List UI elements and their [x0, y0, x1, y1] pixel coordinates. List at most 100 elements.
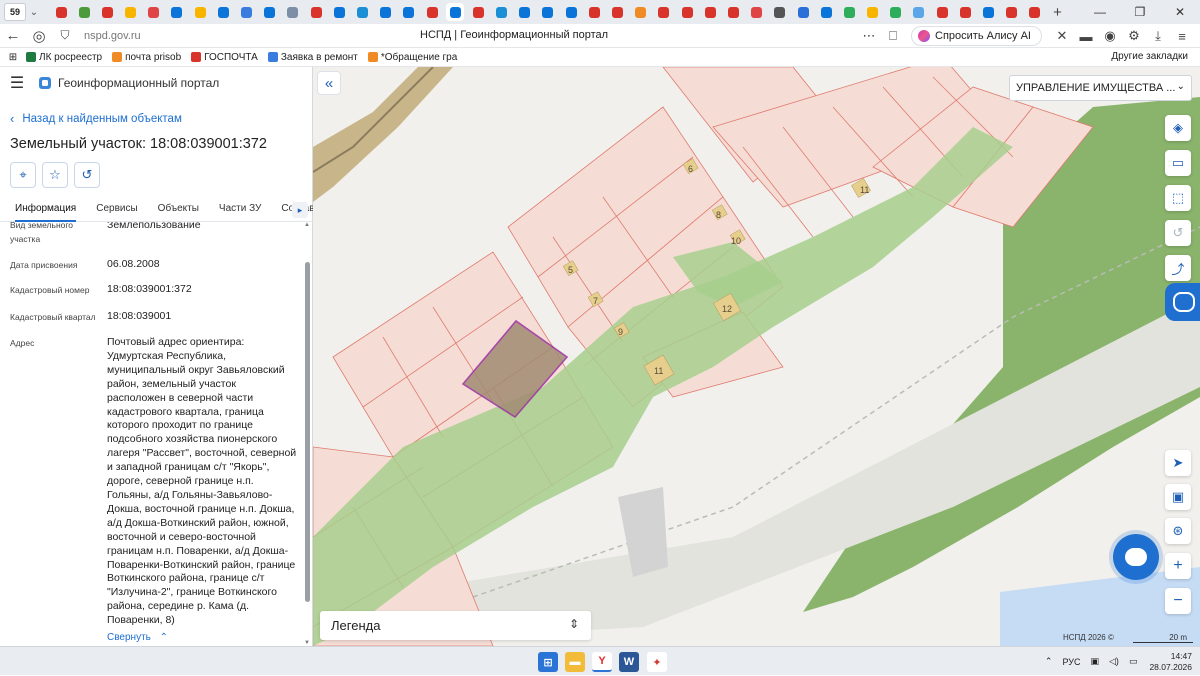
history-icon[interactable]: ↺ [1165, 220, 1191, 246]
browser-tab-favicon-icon[interactable] [469, 3, 487, 21]
browser-tab-favicon-icon[interactable] [794, 3, 812, 21]
browser-tab-favicon-icon[interactable] [307, 3, 325, 21]
tab-services[interactable]: Сервисы [96, 198, 137, 222]
collapse-panel-icon[interactable]: « [317, 71, 341, 95]
browser-tab-favicon-icon[interactable] [145, 3, 163, 21]
browser-tab-favicon-icon[interactable] [887, 3, 905, 21]
bookmark-icon[interactable]: ⎕ [881, 28, 905, 44]
browser-tab-favicon-icon[interactable] [353, 3, 371, 21]
tabs-scroll-right-icon[interactable]: ▸ [292, 202, 308, 218]
chat-assistant-icon[interactable] [1113, 534, 1159, 580]
browser-tab-favicon-icon[interactable] [910, 3, 928, 21]
browser-tab-favicon-icon[interactable] [1003, 3, 1021, 21]
browser-tab-favicon-icon[interactable] [98, 3, 116, 21]
back-to-results-link[interactable]: ‹ Назад к найденным объектам [10, 111, 182, 126]
downloads-icon[interactable]: ⤓ [1146, 28, 1170, 44]
apps-grid-icon[interactable]: ⊞ [0, 52, 26, 63]
browser-tab-favicon-icon[interactable] [632, 3, 650, 21]
hamburger-menu-icon[interactable]: ☰ [0, 73, 34, 93]
scroll-up-icon[interactable]: ▲ [303, 222, 311, 228]
browser-tab-favicon-icon[interactable] [840, 3, 858, 21]
browser-tab-favicon-icon[interactable] [585, 3, 603, 21]
network-icon[interactable]: ▣ [1091, 656, 1100, 667]
minimap-icon[interactable]: ▣ [1165, 484, 1191, 510]
browser-tab-favicon-icon[interactable] [446, 3, 465, 21]
favorite-star-icon[interactable]: ☆ [42, 162, 68, 188]
extension-icon[interactable]: ◉ [1098, 28, 1122, 44]
minimize-icon[interactable]: — [1080, 0, 1120, 24]
browser-tab-favicon-icon[interactable] [400, 3, 418, 21]
browser-tab-favicon-icon[interactable] [956, 3, 974, 21]
browser-tab-favicon-icon[interactable] [423, 3, 441, 21]
clock[interactable]: 14:47 28.07.2026 [1149, 651, 1192, 673]
more-icon[interactable]: ⋯ [857, 28, 881, 44]
browser-tab-favicon-icon[interactable] [864, 3, 882, 21]
keyboard-language[interactable]: РУС [1062, 657, 1080, 667]
browser-tab-favicon-icon[interactable] [122, 3, 140, 21]
app-icon[interactable]: ✦ [647, 652, 667, 672]
battery-icon[interactable]: ▭ [1129, 656, 1138, 667]
start-windows-icon[interactable]: ⊞ [538, 652, 558, 672]
feedback-chat-icon[interactable] [1165, 283, 1200, 321]
yandex-browser-icon[interactable]: ◎ [26, 24, 52, 48]
menu-icon[interactable]: ≡ [1170, 29, 1194, 44]
browser-tab-favicon-icon[interactable] [330, 3, 348, 21]
select-area-icon[interactable]: ⬚ [1165, 185, 1191, 211]
browser-tab-favicon-icon[interactable] [52, 3, 70, 21]
layers-icon[interactable]: ◈ [1165, 115, 1191, 141]
locate-on-map-icon[interactable]: ⌖ [10, 162, 36, 188]
browser-tab-favicon-icon[interactable] [1026, 3, 1044, 21]
zoom-out-icon[interactable]: − [1165, 588, 1191, 614]
yandex-browser-icon[interactable]: Y [592, 652, 612, 672]
close-window-icon[interactable]: ✕ [1160, 0, 1200, 24]
extension-icon[interactable]: ▬ [1074, 29, 1098, 44]
browser-tab-favicon-icon[interactable] [377, 3, 395, 21]
browser-tab-favicon-icon[interactable] [516, 3, 534, 21]
new-tab-plus-icon[interactable]: + [1053, 4, 1062, 21]
tab-list-chevron-icon[interactable]: ⌄ [26, 7, 42, 18]
browser-tab-favicon-icon[interactable] [771, 3, 789, 21]
browser-tab-favicon-icon[interactable] [655, 3, 673, 21]
tab-count-button[interactable]: 59 [4, 3, 26, 21]
browser-tab-favicon-icon[interactable] [562, 3, 580, 21]
tab-objects[interactable]: Объекты [158, 198, 199, 222]
browser-tab-favicon-icon[interactable] [980, 3, 998, 21]
my-location-icon[interactable]: ➤ [1165, 450, 1191, 476]
legend-dropdown[interactable]: Легенда ⇕ [320, 611, 591, 640]
collapse-link[interactable]: Свернуть ⌃ [107, 632, 168, 643]
browser-tab-favicon-icon[interactable] [724, 3, 742, 21]
layer-select[interactable]: УПРАВЛЕНИЕ ИМУЩЕСТВА ... ⌄ [1009, 75, 1192, 101]
extension-icon[interactable]: ✕ [1050, 28, 1074, 44]
browser-tab-favicon-icon[interactable] [539, 3, 557, 21]
browser-tab-favicon-icon[interactable] [609, 3, 627, 21]
back-arrow-icon[interactable]: ← [0, 24, 26, 48]
browser-tab-favicon-icon[interactable] [168, 3, 186, 21]
panel-scrollbar[interactable]: ▲ ▼ [303, 222, 311, 646]
scroll-thumb[interactable] [305, 262, 310, 602]
browser-tab-favicon-icon[interactable] [678, 3, 696, 21]
volume-icon[interactable]: ◁) [1109, 656, 1119, 667]
browser-tab-favicon-icon[interactable] [817, 3, 835, 21]
browser-tab-favicon-icon[interactable] [748, 3, 766, 21]
tray-chevron-up-icon[interactable]: ⌃ [1045, 656, 1053, 667]
bookmark-item[interactable]: ЛК росреестр [26, 52, 102, 63]
tab-parts[interactable]: Части ЗУ [219, 198, 261, 222]
extensions-puzzle-icon[interactable]: ⚙ [1122, 28, 1146, 44]
map-canvas[interactable]: 6 8 10 11 5 7 9 12 11 « УПРАВЛЕНИЕ ИМУЩЕ… [313, 67, 1200, 646]
zoom-in-icon[interactable]: + [1165, 553, 1191, 579]
poi-icon[interactable]: ⊛ [1165, 518, 1191, 544]
browser-tab-favicon-icon[interactable] [75, 3, 93, 21]
url-field[interactable]: nspd.gov.ru [84, 30, 304, 42]
word-icon[interactable]: W [619, 652, 639, 672]
ask-alice-button[interactable]: Спросить Алису AI [911, 26, 1042, 46]
file-explorer-icon[interactable]: ▬ [565, 652, 585, 672]
browser-tab-favicon-icon[interactable] [214, 3, 232, 21]
browser-tab-favicon-icon[interactable] [933, 3, 951, 21]
history-icon[interactable]: ↺ [74, 162, 100, 188]
share-icon[interactable]: ⤴ [1165, 255, 1191, 281]
ruler-icon[interactable]: ▭ [1165, 150, 1191, 176]
browser-tab-favicon-icon[interactable] [238, 3, 256, 21]
browser-tab-favicon-icon[interactable] [261, 3, 279, 21]
browser-tab-favicon-icon[interactable] [191, 3, 209, 21]
browser-tab-favicon-icon[interactable] [284, 3, 302, 21]
